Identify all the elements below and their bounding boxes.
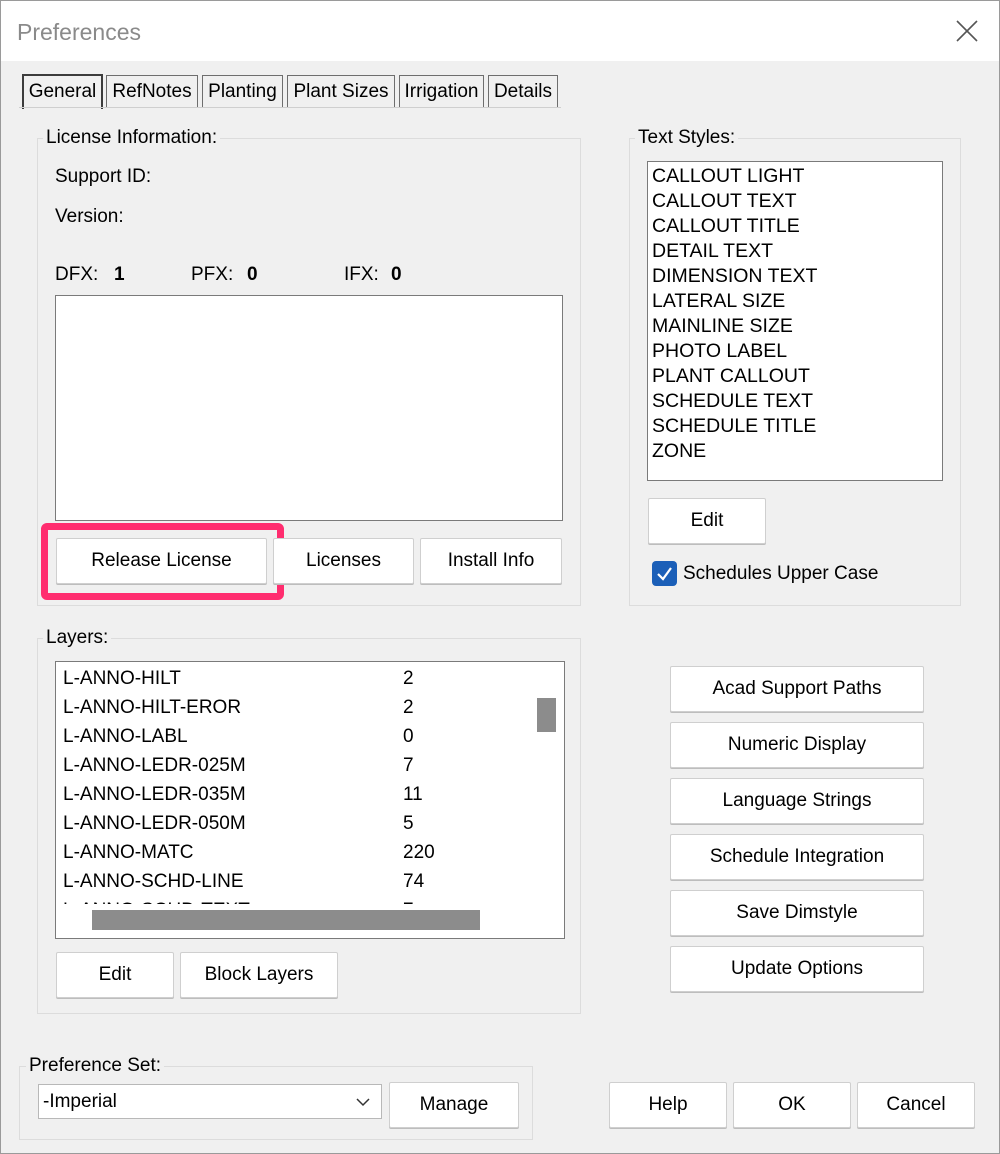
text-style-edit-button[interactable]: Edit	[648, 498, 766, 544]
preference-set-select[interactable]: -Imperial	[38, 1084, 382, 1119]
window-title: Preferences	[17, 19, 142, 45]
checkmark-icon	[657, 567, 672, 581]
layer-name: L-ANNO-HILT-EROR	[63, 697, 242, 718]
layer-name: L-ANNO-LEDR-050M	[63, 813, 246, 834]
layer-name: L-ANNO-LEDR-025M	[63, 755, 246, 776]
ifx-value: 0	[391, 264, 402, 285]
list-item[interactable]: PLANT CALLOUT	[652, 364, 810, 389]
list-item[interactable]: PHOTO LABEL	[652, 339, 787, 364]
layer-name: L-ANNO-LABL	[63, 726, 188, 747]
version-label: Version:	[55, 206, 124, 227]
tab-divider	[19, 107, 561, 108]
layer-count: 7	[403, 896, 414, 904]
layer-count: 220	[403, 842, 435, 863]
layers-edit-button[interactable]: Edit	[56, 952, 174, 998]
pfx-label: PFX:	[191, 264, 234, 285]
text-styles-group-label: Text Styles:	[635, 127, 739, 149]
license-group-label: License Information:	[43, 127, 221, 149]
release-license-highlight	[41, 523, 284, 600]
list-item[interactable]: DIMENSION TEXT	[652, 264, 817, 289]
layer-name: L-ANNO-SCHD-TEXT	[63, 896, 250, 904]
acad-support-paths-button[interactable]: Acad Support Paths	[670, 666, 924, 712]
list-item[interactable]: CALLOUT LIGHT	[652, 164, 804, 189]
list-item[interactable]: CALLOUT TEXT	[652, 189, 797, 214]
tab-refnotes[interactable]: RefNotes	[106, 75, 198, 108]
title-bar: Preferences	[1, 1, 999, 61]
ifx-label: IFX:	[344, 264, 379, 285]
layer-name: L-ANNO-MATC	[63, 842, 194, 863]
layer-count: 0	[403, 726, 414, 747]
list-item[interactable]: SCHEDULE TEXT	[652, 389, 813, 414]
schedules-upper-case-label: Schedules Upper Case	[683, 563, 879, 584]
license-info-box[interactable]	[55, 295, 563, 521]
pfx-value: 0	[247, 264, 258, 285]
layer-count: 74	[403, 871, 425, 892]
layers-horizontal-scrollbar[interactable]	[56, 904, 530, 938]
cancel-button[interactable]: Cancel	[857, 1082, 975, 1128]
vertical-scroll-thumb[interactable]	[537, 698, 556, 732]
layers-list[interactable]: L-ANNO-HILT 2 L-ANNO-HILT-EROR 2 L-ANNO-…	[55, 661, 565, 939]
layer-name: L-ANNO-SCHD-LINE	[63, 871, 244, 892]
layer-count: 2	[403, 697, 414, 718]
help-button[interactable]: Help	[609, 1082, 727, 1128]
support-id-label: Support ID:	[55, 166, 152, 187]
close-icon	[956, 20, 978, 42]
close-button[interactable]	[947, 11, 987, 51]
list-item[interactable]: DETAIL TEXT	[652, 239, 773, 264]
manage-button[interactable]: Manage	[389, 1082, 519, 1128]
layers-list-viewport: L-ANNO-HILT 2 L-ANNO-HILT-EROR 2 L-ANNO-…	[56, 662, 530, 904]
list-item[interactable]: LATERAL SIZE	[652, 289, 785, 314]
block-layers-button[interactable]: Block Layers	[180, 952, 338, 998]
layer-count: 5	[403, 813, 414, 834]
numeric-display-button[interactable]: Numeric Display	[670, 722, 924, 768]
text-styles-list[interactable]: CALLOUT LIGHT CALLOUT TEXT CALLOUT TITLE…	[647, 161, 943, 481]
licenses-button[interactable]: Licenses	[273, 538, 414, 584]
layers-group-label: Layers:	[43, 627, 112, 649]
list-item[interactable]: MAINLINE SIZE	[652, 314, 793, 339]
layer-count: 2	[403, 668, 414, 689]
dfx-value: 1	[114, 264, 125, 285]
layer-count: 11	[403, 784, 423, 805]
schedules-upper-case-checkbox[interactable]	[652, 561, 677, 586]
tab-plant-sizes[interactable]: Plant Sizes	[287, 75, 395, 108]
ok-button[interactable]: OK	[733, 1082, 851, 1128]
list-item[interactable]: SCHEDULE TITLE	[652, 414, 816, 439]
layer-name: L-ANNO-HILT	[63, 668, 181, 689]
list-item[interactable]: CALLOUT TITLE	[652, 214, 800, 239]
list-item[interactable]: ZONE	[652, 439, 706, 464]
tab-planting[interactable]: Planting	[202, 75, 283, 108]
save-dimstyle-button[interactable]: Save Dimstyle	[670, 890, 924, 936]
layer-count: 7	[403, 755, 414, 776]
preferences-dialog: Preferences General RefNotes Planting Pl…	[0, 0, 1000, 1154]
layers-vertical-scrollbar[interactable]	[530, 662, 564, 904]
language-strings-button[interactable]: Language Strings	[670, 778, 924, 824]
horizontal-scroll-thumb[interactable]	[92, 910, 480, 930]
preference-set-value: -Imperial	[43, 1091, 117, 1112]
tab-irrigation[interactable]: Irrigation	[399, 75, 484, 108]
install-info-button[interactable]: Install Info	[420, 538, 562, 584]
chevron-down-icon	[356, 1098, 370, 1107]
tab-details[interactable]: Details	[488, 75, 558, 108]
dfx-label: DFX:	[55, 264, 99, 285]
schedule-integration-button[interactable]: Schedule Integration	[670, 834, 924, 880]
preference-set-label: Preference Set:	[26, 1055, 165, 1077]
update-options-button[interactable]: Update Options	[670, 946, 924, 992]
tab-general[interactable]: General	[22, 74, 103, 109]
layer-name: L-ANNO-LEDR-035M	[63, 784, 246, 805]
